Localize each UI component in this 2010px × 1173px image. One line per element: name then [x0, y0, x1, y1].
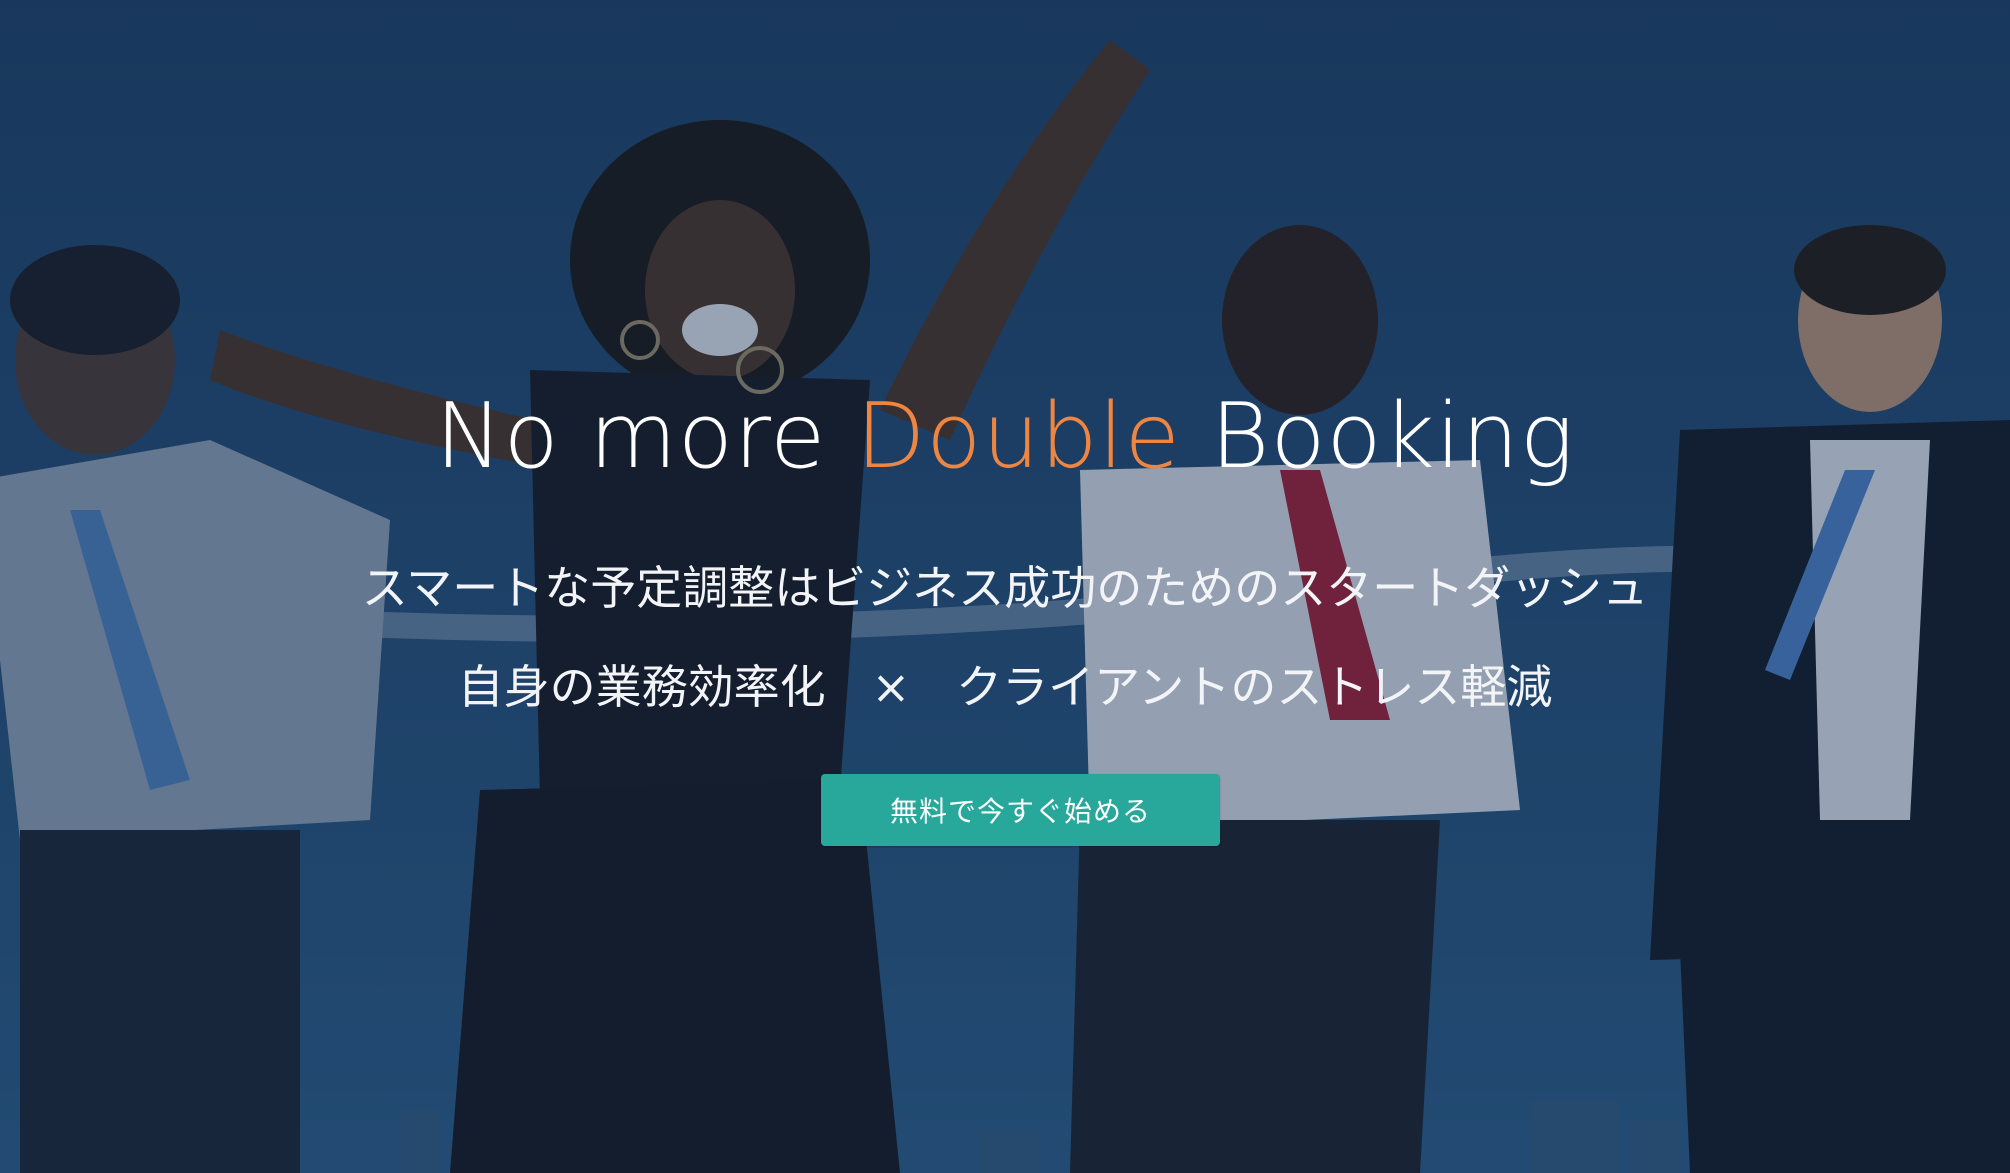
hero-subheadline-1: スマートな予定調整はビジネス成功のためのスタートダッシュ	[361, 561, 1649, 615]
hero-content: No more Double Booking スマートな予定調整はビジネス成功の…	[0, 0, 2010, 1173]
headline-prefix: No more	[435, 384, 856, 489]
hero-subheadline-2: 自身の業務効率化 × クライアントのストレス軽減	[457, 660, 1553, 714]
start-free-button[interactable]: 無料で今すぐ始める	[821, 774, 1220, 846]
headline-suffix: Booking	[1180, 384, 1575, 489]
hero-headline: No more Double Booking	[0, 382, 2010, 492]
headline-accent-word: Double	[855, 384, 1181, 489]
hero-section: No more Double Booking スマートな予定調整はビジネス成功の…	[0, 0, 2010, 1173]
